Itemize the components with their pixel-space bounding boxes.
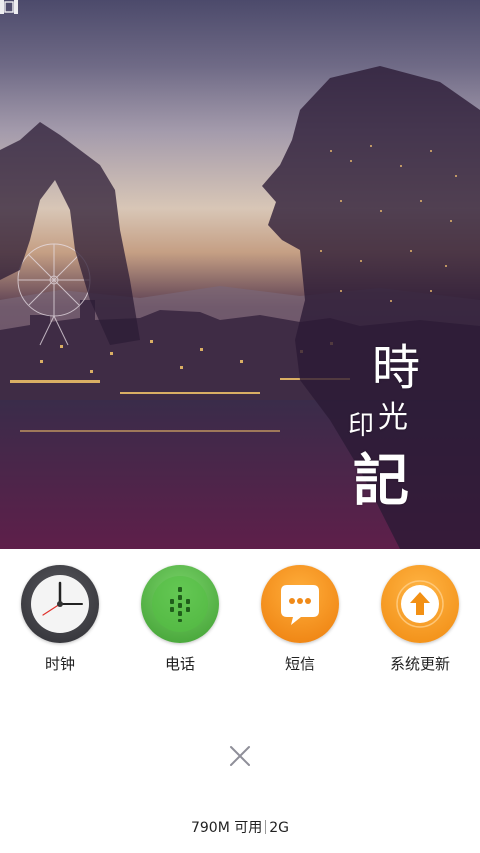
recent-apps-panel: 时钟 电话 短信 系统更新 790M 可用 2G [0, 549, 480, 853]
memory-available: 790M 可用 [190, 820, 263, 836]
message-icon [261, 565, 339, 643]
app-label-phone: 电话 [164, 655, 195, 673]
clock-icon [21, 565, 99, 643]
wallpaper-calligraphy-4: 記 [353, 448, 409, 514]
app-label-messages: 短信 [284, 655, 315, 673]
phone-icon [141, 565, 219, 643]
wallpaper-preview[interactable]: 時 光 印 記 [0, 0, 480, 549]
wallpaper-calligraphy-1: 時 [372, 340, 421, 396]
recents-clear-icon[interactable] [0, 0, 18, 14]
system-update-icon [381, 565, 459, 643]
memory-total: 2G [269, 820, 290, 836]
app-label-system-update: 系统更新 [389, 655, 450, 673]
app-label-clock: 时钟 [44, 655, 75, 673]
app-messages[interactable]: 短信 [240, 565, 360, 674]
app-system-update[interactable]: 系统更新 [360, 565, 480, 674]
clear-all-close-icon[interactable] [227, 743, 253, 769]
app-phone[interactable]: 电话 [120, 565, 240, 674]
memory-separator [265, 820, 267, 834]
memory-status: 790M 可用 2G [0, 817, 480, 837]
app-clock[interactable]: 时钟 [0, 565, 120, 674]
wallpaper-calligraphy-2: 光 [378, 400, 408, 435]
